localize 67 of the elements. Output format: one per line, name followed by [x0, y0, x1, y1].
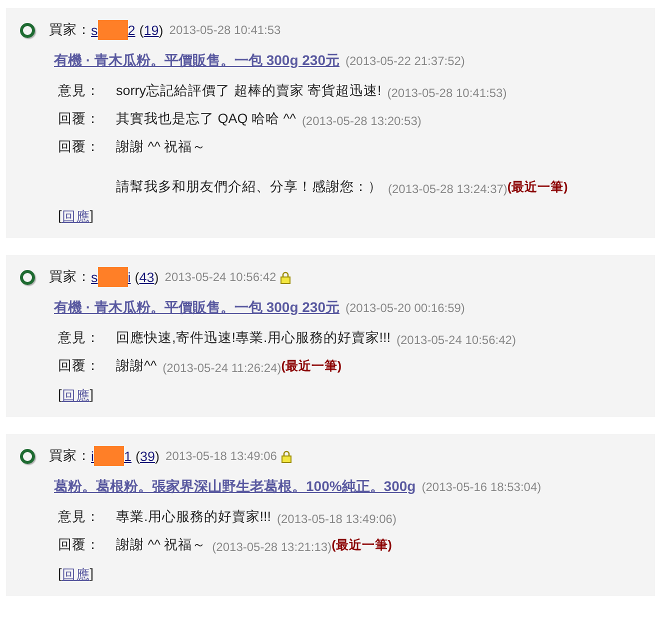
entry-text: 其實我也是忘了 QAQ 哈哈 ^^: [116, 110, 296, 128]
paren: ): [158, 22, 164, 38]
status-ring-icon: [20, 448, 35, 464]
product-link[interactable]: 有機 · 青木瓜粉。平價販售。一包 300g 230元: [54, 299, 340, 317]
buyer-label: 買家：: [49, 21, 91, 39]
buyer-name-end[interactable]: i: [128, 270, 131, 284]
latest-tag: (最近一筆): [507, 179, 568, 196]
bracket: ]: [90, 208, 94, 225]
reply-link[interactable]: 回應: [62, 387, 90, 405]
redaction-mark: [98, 267, 128, 287]
product-time: (2013-05-22 21:37:52): [346, 54, 465, 68]
latest-tag: (最近一筆): [281, 358, 342, 375]
entry-text: 謝謝^^: [116, 357, 157, 375]
redaction-mark: [98, 20, 128, 40]
entry-label: 回覆：: [58, 138, 101, 156]
entry-label: 意見：: [58, 508, 101, 526]
paren: (: [136, 448, 140, 464]
feedback-time: 2013-05-24 10:56:42: [164, 270, 276, 284]
entry-label: 意見：: [58, 82, 101, 100]
rating-count-link[interactable]: 19: [144, 22, 159, 38]
reply-link[interactable]: 回應: [62, 208, 90, 226]
status-ring-icon: [20, 270, 35, 284]
bracket: [: [58, 566, 62, 583]
status-ring-icon: [20, 22, 35, 38]
product-time: (2013-05-20 00:16:59): [346, 301, 465, 315]
paren: (: [134, 270, 140, 284]
entry-time: (2013-05-24 10:56:42): [396, 333, 516, 347]
entry-text: 謝謝 ^^ 祝福～: [116, 536, 206, 554]
buyer-label: 買家：: [49, 447, 91, 465]
entry-label: 回覆：: [58, 357, 101, 375]
entry-time: (2013-05-24 11:26:24): [162, 361, 282, 375]
entry-text: 專業.用心服務的好賣家!!!: [116, 508, 272, 526]
product-time: (2013-05-16 18:53:04): [422, 480, 542, 494]
feedback-time: 2013-05-28 10:41:53: [169, 23, 281, 37]
paren: ): [154, 270, 159, 284]
buyer-label: 買家：: [49, 268, 91, 286]
entry-label: 回覆：: [58, 110, 101, 128]
reply-link[interactable]: 回應: [62, 566, 90, 584]
buyer-name-start[interactable]: i: [91, 448, 94, 464]
buyer-name-start[interactable]: s: [91, 270, 98, 284]
paren: ): [155, 448, 160, 464]
rating-count-link[interactable]: 43: [139, 270, 154, 284]
feedback-time: 2013-05-18 13:49:06: [166, 449, 277, 463]
product-link[interactable]: 有機 · 青木瓜粉。平價販售。一包 300g 230元: [54, 52, 340, 70]
entry-text: 回應快速,寄件迅速!專業.用心服務的好賣家!!!: [116, 329, 391, 347]
entry-time: (2013-05-28 13:20:53): [302, 114, 422, 128]
entry-label: 意見：: [58, 329, 101, 347]
entry-text: 謝謝 ^^ 祝福～: [116, 138, 206, 156]
bracket: ]: [90, 387, 94, 404]
entry-time: (2013-05-28 13:21:13): [212, 540, 332, 554]
bracket: [: [58, 208, 62, 225]
buyer-name-end[interactable]: 1: [124, 448, 132, 464]
bracket: [: [58, 387, 62, 404]
entry-time: (2013-05-28 13:24:37): [388, 182, 508, 196]
buyer-name-end[interactable]: 2: [128, 22, 136, 38]
bracket: ]: [90, 566, 94, 583]
entry-label: 回覆：: [58, 536, 101, 554]
entry-text: sorry忘記給評價了 超棒的賣家 寄貨超迅速!: [116, 82, 382, 100]
buyer-name-start[interactable]: s: [91, 22, 98, 38]
product-link[interactable]: 葛粉。葛根粉。張家界深山野生老葛根。100%純正。300g: [54, 478, 416, 496]
latest-tag: (最近一筆): [332, 537, 392, 554]
entry-text: 請幫我多和朋友們介紹、分享！感謝您：）: [116, 178, 382, 196]
redaction-mark: [94, 446, 124, 466]
entry-time: (2013-05-28 10:41:53): [387, 86, 507, 100]
paren: (: [139, 22, 144, 38]
entry-time: (2013-05-18 13:49:06): [277, 512, 396, 526]
rating-count-link[interactable]: 39: [140, 448, 156, 464]
